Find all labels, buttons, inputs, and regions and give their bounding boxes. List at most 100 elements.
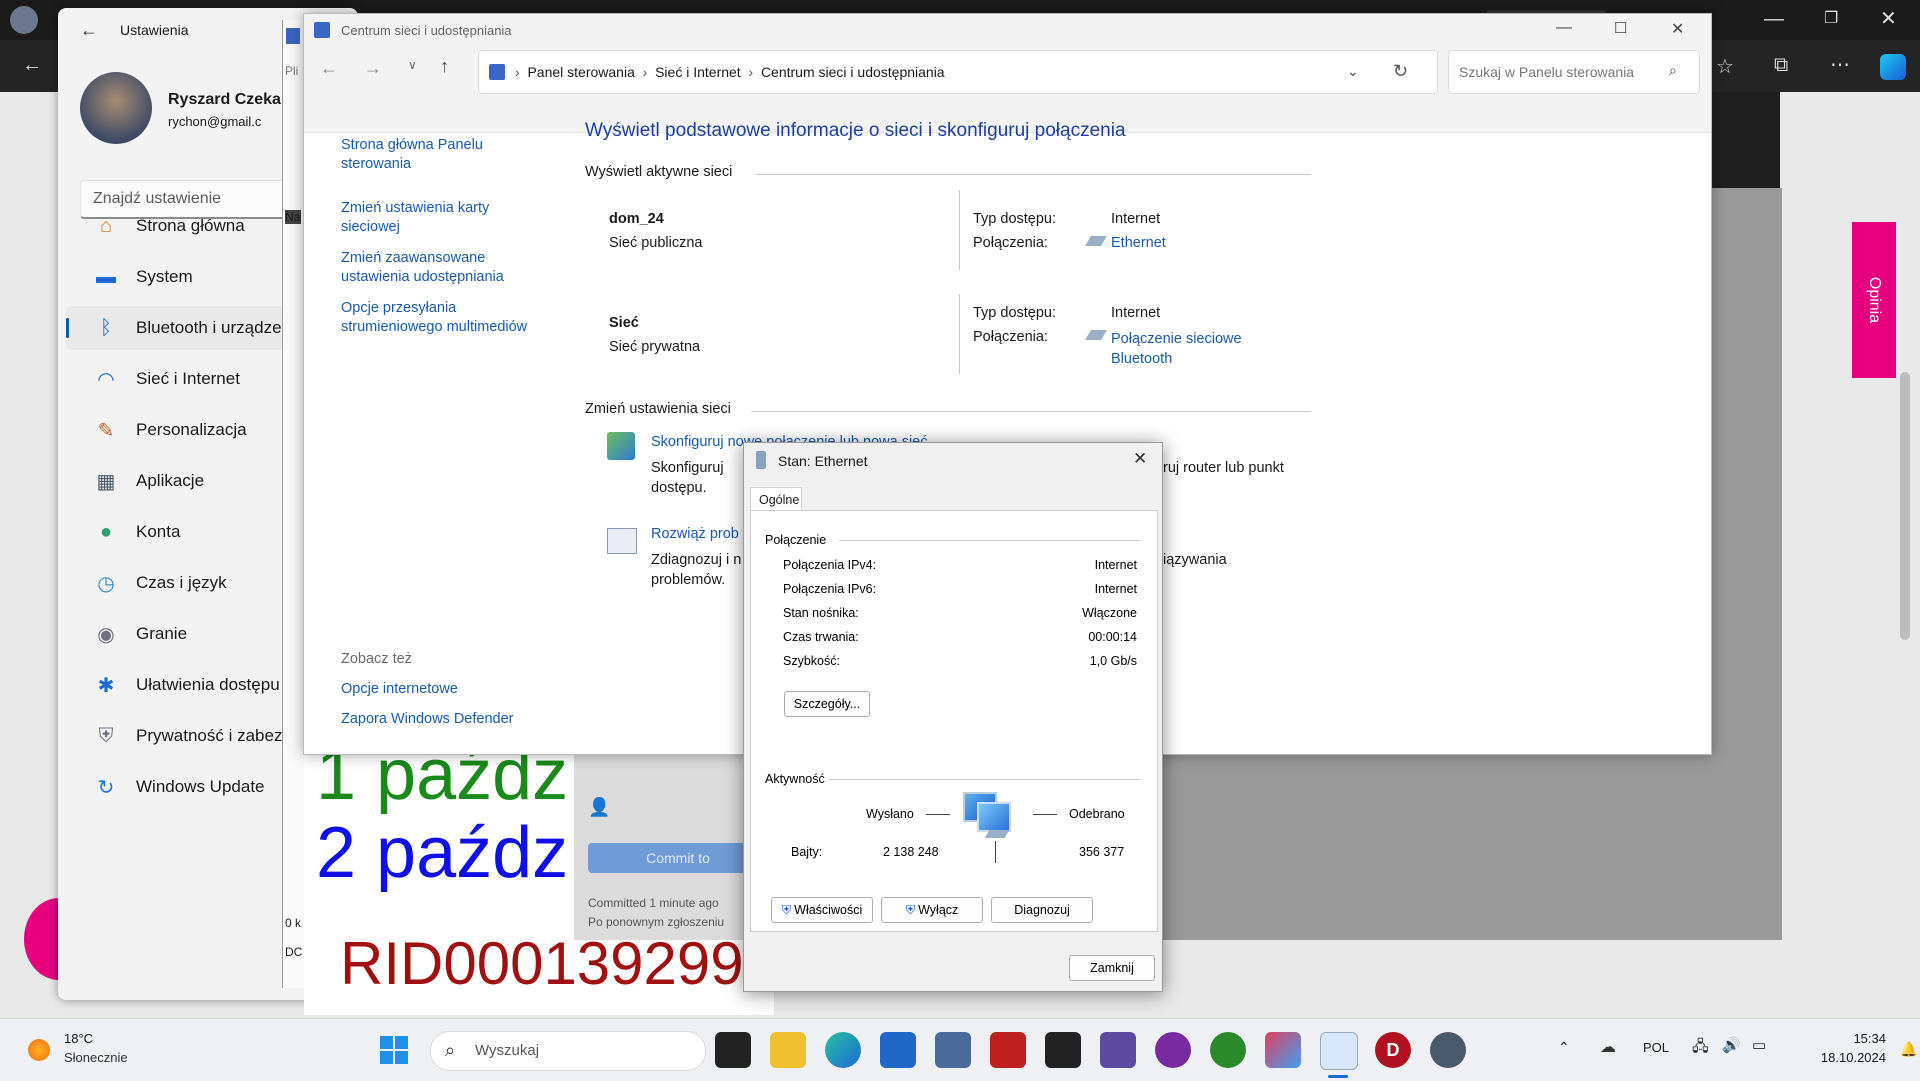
diagnose-button[interactable]: Diagnozuj <box>991 897 1093 923</box>
close-icon[interactable]: ✕ <box>1133 449 1147 469</box>
app-d-icon[interactable]: D <box>1375 1032 1411 1068</box>
control-panel-taskbar-icon[interactable] <box>1320 1032 1358 1070</box>
close-icon[interactable]: ✕ <box>1671 19 1684 39</box>
connection-link-line-1: Połączenie sieciowe <box>1111 331 1242 347</box>
home-icon: ⌂ <box>99 214 113 237</box>
access-type-label: Typ dostępu: <box>973 305 1057 321</box>
weather-description[interactable]: Słonecznie <box>64 1050 128 1065</box>
settings-gear-icon[interactable] <box>1430 1032 1466 1068</box>
forward-arrow-icon[interactable]: → <box>364 58 382 79</box>
up-arrow-icon[interactable]: ↑ <box>440 56 449 77</box>
background-file-list: Pli Na 0 k DC <box>282 20 305 988</box>
tab-general[interactable]: Ogólne <box>750 487 802 512</box>
search-icon: ⌕ <box>445 1040 456 1060</box>
address-bar[interactable]: › Panel sterowania › Sieć i Internet › C… <box>478 50 1438 94</box>
sidebar-item-label: Aplikacje <box>136 471 205 490</box>
edge-browser-icon[interactable] <box>825 1032 861 1068</box>
refresh-icon[interactable]: ↻ <box>1393 61 1408 82</box>
commit-note: Po ponownym zgłoszeniu <box>588 915 725 929</box>
details-button[interactable]: Szczegóły... <box>784 691 870 717</box>
network-type[interactable]: Sieć prywatna <box>609 339 700 355</box>
language-indicator[interactable]: POL <box>1643 1040 1669 1055</box>
active-indicator <box>1328 1075 1348 1078</box>
sidebar-link-internet-options[interactable]: Opcje internetowe <box>341 680 458 699</box>
minimize-icon[interactable]: — <box>1764 8 1784 31</box>
sidebar-link-streaming[interactable]: Opcje przesyłania strumieniowego multime… <box>341 299 551 337</box>
sun-icon[interactable] <box>28 1039 50 1061</box>
sidebar-link-home[interactable]: Strona główna Panelu sterowania <box>341 136 511 174</box>
taskbar: 18°C Słonecznie ⌕ Wyszukaj D ⌃ ☁ POL 🖧 🔊… <box>0 1018 1920 1081</box>
bytes-label: Bajty: <box>791 845 823 859</box>
taskbar-search-box[interactable]: ⌕ Wyszukaj <box>430 1031 706 1071</box>
breadcrumb-item[interactable]: Sieć i Internet <box>655 64 741 80</box>
sidebar-link-adapter[interactable]: Zmień ustawienia karty sieciowej <box>341 199 511 237</box>
sent-label: Wysłano <box>866 807 914 821</box>
received-label: Odebrano <box>1069 807 1125 821</box>
minimize-icon[interactable]: — <box>1556 19 1572 37</box>
app-red-icon[interactable] <box>990 1032 1026 1068</box>
battery-icon[interactable]: ▭ <box>1752 1036 1766 1054</box>
github-desktop-icon[interactable] <box>1155 1032 1191 1068</box>
maximize-icon[interactable]: ☐ <box>1614 19 1627 37</box>
onedrive-cloud-icon[interactable]: ☁ <box>1600 1037 1616 1057</box>
clock-time[interactable]: 15:34 <box>1826 1031 1886 1046</box>
colorful-app-icon[interactable] <box>1265 1032 1301 1068</box>
copilot-icon[interactable] <box>1880 54 1906 80</box>
back-arrow-icon[interactable]: ← <box>320 58 338 79</box>
sidebar-link-advanced-sharing[interactable]: Zmień zaawansowane ustawienia udostępnia… <box>341 249 531 287</box>
avatar <box>80 72 152 144</box>
task-link-troubleshoot[interactable]: Rozwiąż prob <box>651 526 739 542</box>
favorites-icon[interactable]: ☆ <box>1716 54 1734 79</box>
back-arrow-icon[interactable]: ← <box>22 54 42 77</box>
breadcrumb-item[interactable]: Centrum sieci i udostępniania <box>761 64 945 80</box>
sidebar-item-label: Windows Update <box>136 777 265 796</box>
search-input[interactable]: Szukaj w Panelu sterowania ⌕ <box>1448 50 1700 94</box>
breadcrumb-item[interactable]: Panel sterowania <box>527 64 634 80</box>
scrollbar-thumb[interactable] <box>1900 372 1910 640</box>
windows-start-icon[interactable] <box>380 1036 408 1064</box>
sidebar-item-label: Czas i język <box>136 573 227 592</box>
browser-profile-avatar[interactable] <box>10 6 38 34</box>
connection-link-ethernet[interactable]: Ethernet <box>1111 235 1166 251</box>
search-icon[interactable]: ⌕ <box>1669 62 1677 79</box>
file-explorer-icon[interactable] <box>770 1032 806 1068</box>
connection-link-bluetooth[interactable]: Połączenie sieciowe Bluetooth <box>1111 329 1242 369</box>
close-icon[interactable]: ✕ <box>1880 6 1897 31</box>
editor-icon[interactable] <box>1100 1032 1136 1068</box>
sidebar-item-label: Sieć i Internet <box>136 369 240 388</box>
store-icon[interactable] <box>880 1032 916 1068</box>
commit-button[interactable]: Commit to <box>588 843 768 873</box>
more-icon[interactable]: ⋯ <box>1830 52 1850 77</box>
task-description: problemów. <box>651 572 726 588</box>
disable-button[interactable]: ⛨ Wyłącz <box>881 897 983 923</box>
chevron-down-icon[interactable]: ⌄ <box>1347 63 1359 80</box>
globe-app-icon[interactable] <box>1210 1032 1246 1068</box>
close-button[interactable]: Zamknij <box>1069 955 1155 981</box>
notification-bell-icon[interactable]: 🔔 <box>1900 1041 1917 1058</box>
brush-icon: ✎ <box>97 419 115 442</box>
strip-text: Pli <box>285 64 299 78</box>
chevron-up-icon[interactable]: ⌃ <box>1558 1039 1570 1056</box>
back-arrow-icon[interactable]: ← <box>80 20 98 41</box>
add-coauthor-icon[interactable]: 👤 <box>588 797 610 818</box>
recent-chevron-icon[interactable]: ∨ <box>408 58 417 72</box>
network-icon[interactable]: 🖧 <box>1692 1036 1709 1061</box>
weather-temperature[interactable]: 18°C <box>64 1031 93 1046</box>
sidebar-link-firewall[interactable]: Zapora Windows Defender <box>341 710 513 729</box>
volume-icon[interactable]: 🔊 <box>1722 1036 1741 1054</box>
network-computers-icon <box>963 788 1013 842</box>
strip-header: Na <box>285 210 301 224</box>
feedback-tab[interactable]: Opinia <box>1852 222 1896 378</box>
gamepad-icon: ◉ <box>97 623 115 646</box>
maximize-icon[interactable]: ❐ <box>1824 8 1838 28</box>
wifi-icon: ◠ <box>97 368 115 391</box>
terminal-icon[interactable] <box>1045 1032 1081 1068</box>
ethernet-icon <box>756 451 766 469</box>
properties-button[interactable]: ⛨ Właściwości <box>771 897 873 923</box>
collections-icon[interactable]: ⧉ <box>1774 54 1788 77</box>
control-panel-icon <box>489 64 505 80</box>
task-view-icon[interactable] <box>715 1032 751 1068</box>
virtualbox-icon[interactable] <box>935 1032 971 1068</box>
network-type[interactable]: Sieć publiczna <box>609 235 703 251</box>
clock-date[interactable]: 18.10.2024 <box>1794 1050 1886 1065</box>
